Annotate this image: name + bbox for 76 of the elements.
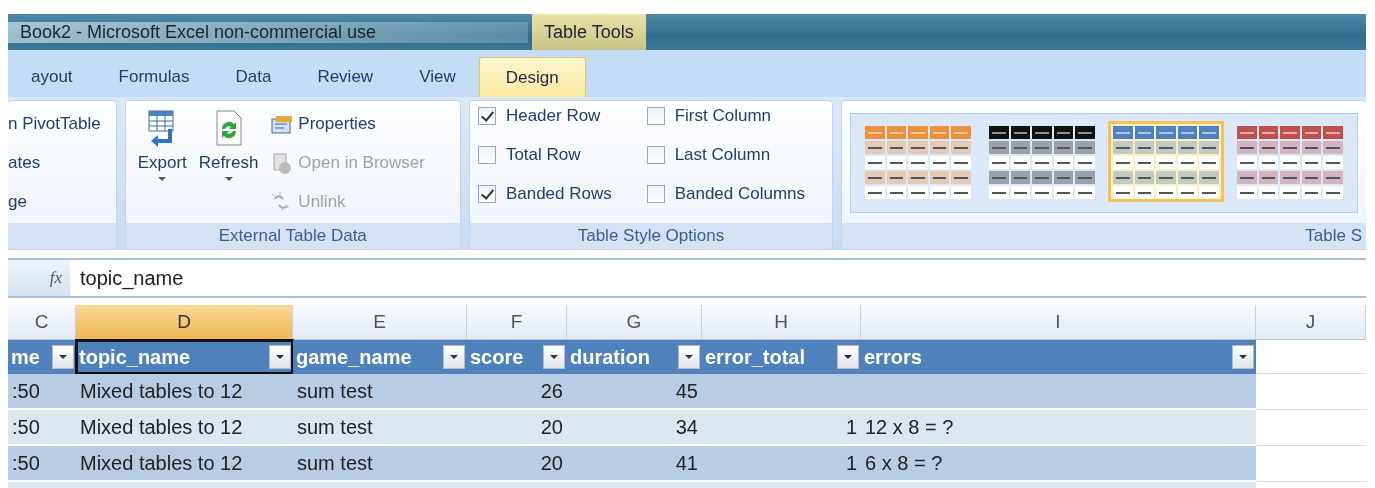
- checkbox[interactable]: [477, 106, 496, 125]
- ribbon-tab[interactable]: View: [396, 57, 479, 97]
- column-header[interactable]: C: [8, 305, 76, 340]
- table-header-cell: error_total: [705, 345, 806, 369]
- table-header-cell: topic_name: [79, 345, 191, 369]
- table-cell: 1: [702, 446, 861, 482]
- table-cell: :50: [8, 410, 76, 446]
- ribbon-tab[interactable]: Review: [294, 57, 397, 97]
- table-cell: sum test: [293, 374, 467, 410]
- table-cell: Mixed tables to 12: [76, 446, 293, 482]
- table-cell: 41: [567, 446, 702, 482]
- properties-button[interactable]: Properties: [270, 109, 425, 138]
- checkbox[interactable]: [646, 145, 665, 164]
- checkbox[interactable]: [646, 106, 665, 125]
- ribbon-tab[interactable]: ayout: [8, 57, 96, 97]
- option-checkbox[interactable]: First Column: [646, 101, 824, 130]
- table-header-cell: score: [470, 345, 524, 369]
- checkbox[interactable]: [477, 184, 496, 203]
- ribbon-command[interactable]: n PivotTable: [8, 109, 108, 138]
- filter-dropdown-button[interactable]: [678, 345, 700, 369]
- table-header-cell: errors: [864, 345, 922, 369]
- table-style-thumbnail[interactable]: [1235, 124, 1345, 199]
- table-header-cell: game_name: [296, 345, 412, 369]
- table-cell: 20: [467, 446, 567, 482]
- group-label: External Table Data: [125, 223, 460, 249]
- column-header[interactable]: F: [467, 305, 567, 340]
- table-cell: 6 x 8 = ?: [861, 446, 1256, 482]
- column-header[interactable]: D: [76, 305, 293, 340]
- table-style-thumbnail[interactable]: [863, 124, 973, 199]
- option-checkbox[interactable]: Banded Columns: [646, 179, 824, 208]
- table-cell: 12 x 8 = ?: [861, 410, 1256, 446]
- table-cell: :50: [8, 446, 76, 482]
- table-cell: 45: [567, 374, 702, 410]
- column-header[interactable]: J: [1256, 305, 1366, 340]
- ribbon-command[interactable]: ates: [8, 148, 108, 177]
- column-header[interactable]: E: [293, 305, 467, 340]
- option-checkbox[interactable]: Last Column: [646, 140, 824, 169]
- table-cell: 1: [702, 410, 861, 446]
- context-tab-label: Table Tools: [532, 14, 646, 50]
- table-style-thumbnail[interactable]: [987, 124, 1097, 199]
- column-header[interactable]: I: [861, 305, 1256, 340]
- ribbon-tab[interactable]: Data: [212, 57, 295, 97]
- table-cell: Mixed tables to 12: [76, 374, 293, 410]
- export-button[interactable]: Export: [133, 109, 191, 223]
- group-label: Table S: [842, 223, 1366, 249]
- globe-document-icon: [270, 151, 293, 174]
- table-style-thumbnail[interactable]: [1111, 124, 1221, 199]
- filter-dropdown-button[interactable]: [52, 345, 74, 369]
- checkbox[interactable]: [477, 145, 496, 164]
- filter-dropdown-button[interactable]: [269, 345, 291, 369]
- insert-function-button[interactable]: fx: [8, 260, 70, 296]
- table-cell: Mixed tables to 12: [76, 410, 293, 446]
- table-cell: 20: [467, 410, 567, 446]
- refresh-button[interactable]: Refresh: [194, 109, 263, 223]
- ribbon-tab[interactable]: Formulas: [95, 57, 213, 97]
- option-checkbox[interactable]: Header Row: [477, 101, 631, 130]
- filter-dropdown-button[interactable]: [1232, 345, 1254, 369]
- checkbox[interactable]: [646, 184, 665, 203]
- table-cell: :50: [8, 374, 76, 410]
- table-cell: sum test: [293, 410, 467, 446]
- window-title: Book2 - Microsoft Excel non-commercial use: [8, 21, 528, 43]
- table-header-cell: duration: [570, 345, 650, 369]
- filter-dropdown-button[interactable]: [543, 345, 565, 369]
- ribbon-command[interactable]: ge: [8, 187, 108, 216]
- column-header[interactable]: G: [567, 305, 702, 340]
- filter-dropdown-button[interactable]: [443, 345, 465, 369]
- table-header-cell: me: [11, 345, 40, 369]
- table-cell: 34: [567, 410, 702, 446]
- table-cell: 26: [467, 374, 567, 410]
- filter-dropdown-button[interactable]: [837, 345, 859, 369]
- option-checkbox[interactable]: Total Row: [477, 140, 631, 169]
- group-label: Table Style Options: [469, 223, 832, 249]
- option-checkbox[interactable]: Banded Rows: [477, 179, 631, 208]
- table-cell: sum test: [293, 446, 467, 482]
- column-header[interactable]: H: [702, 305, 861, 340]
- ribbon-tab[interactable]: Design: [478, 57, 586, 97]
